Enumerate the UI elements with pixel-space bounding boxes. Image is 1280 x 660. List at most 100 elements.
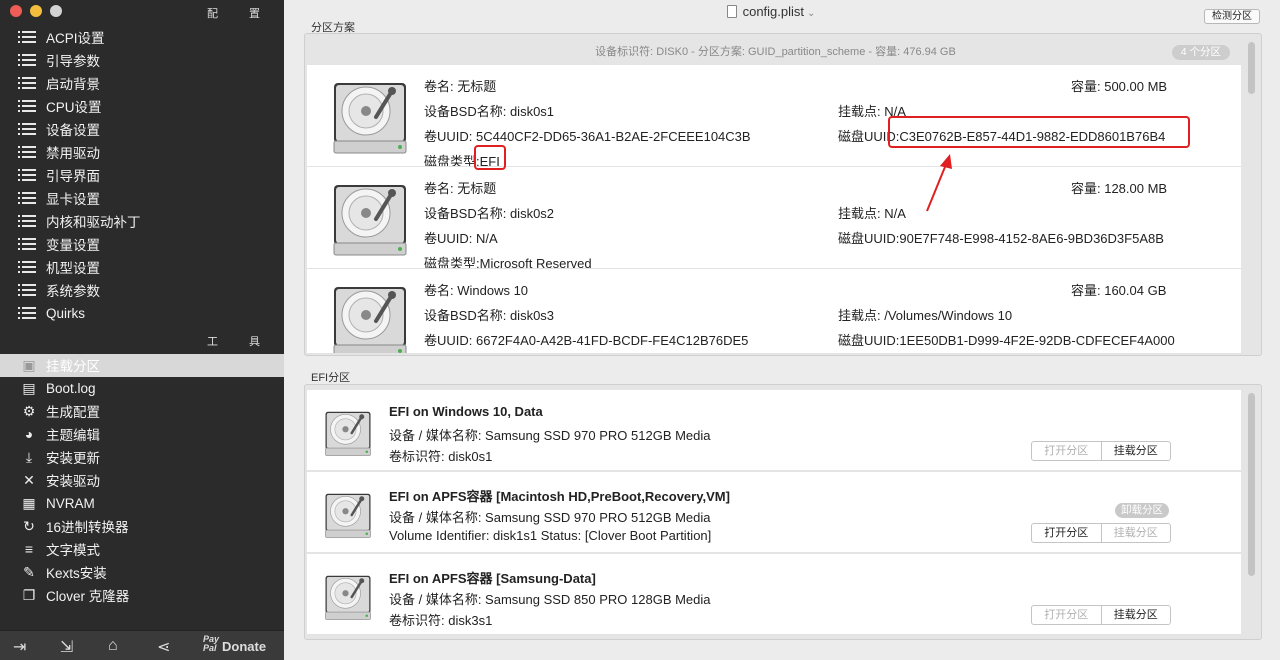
palette-icon: ◕	[24, 426, 34, 442]
minimize-window-button[interactable]	[30, 5, 42, 17]
sidebar-config-item[interactable]: 引导界面	[18, 164, 100, 186]
bsd-name: 设备BSD名称: disk0s3	[424, 308, 555, 323]
close-window-button[interactable]	[10, 5, 22, 17]
title-bar: config.plist ⌄	[284, 0, 1280, 22]
efi-title: EFI on Windows 10, Data	[389, 404, 543, 419]
sidebar-config-item[interactable]: Quirks	[18, 302, 86, 324]
partition-row[interactable]: 卷名: Windows 10 容量: 160.04 GB 设备BSD名称: disk…	[307, 269, 1241, 354]
donate-button[interactable]: Donate	[222, 639, 266, 654]
capacity: 容量: 128.00 MB	[1071, 181, 1168, 196]
list-icon	[18, 236, 38, 252]
sidebar-config-item[interactable]: 机型设置	[18, 256, 100, 278]
list-icon	[18, 167, 38, 183]
sidebar-item-label: 显卡设置	[46, 192, 100, 207]
sidebar-item-label: 引导参数	[46, 54, 100, 69]
home-icon[interactable]: ⌂	[108, 637, 118, 655]
efi-title: EFI on APFS容器 [Macintosh HD,PreBoot,Reco…	[389, 489, 730, 504]
efi-scrollbar[interactable]	[1248, 393, 1255, 576]
chevron-down-icon[interactable]: ⌄	[807, 8, 815, 19]
sidebar-tool-item[interactable]: ≡ 文字模式	[20, 538, 100, 560]
capacity: 容量: 160.04 GB	[1071, 283, 1167, 298]
open-partition-button[interactable]: 打开分区	[1032, 442, 1102, 460]
efi-partition-row[interactable]: EFI on APFS容器 [Samsung-Data] 设备 / 媒体名称: S…	[307, 554, 1241, 635]
sidebar: 配 置 ACPI设置引导参数启动背景 CPU设置 设备设置禁用驱动引导界面显卡设置内…	[0, 0, 284, 660]
disk-uuid-highlight	[888, 116, 1190, 148]
list-icon	[18, 75, 38, 91]
efi-partition-row[interactable]: EFI on APFS容器 [Macintosh HD,PreBoot,Reco…	[307, 472, 1241, 553]
efi-section-label: EFI分区	[311, 372, 351, 384]
sidebar-config-item[interactable]: 启动背景	[18, 72, 100, 94]
sidebar-tool-item[interactable]: ✎ Kexts安装	[20, 561, 107, 583]
volume-name: 卷名: 无标题	[424, 79, 497, 94]
puzzle-icon: ✎	[23, 563, 35, 580]
text-icon: ≡	[24, 541, 34, 557]
capacity: 容量: 500.00 MB	[1071, 79, 1168, 94]
sidebar-config-item[interactable]: 系统参数	[18, 279, 100, 301]
list-icon	[18, 121, 38, 137]
wrench-icon: ✕	[23, 471, 35, 488]
sidebar-bottom-bar: ⇥ ⇲ ⌂ ⋖ Pay Pal Donate	[0, 630, 284, 660]
hard-disk-icon	[330, 281, 410, 353]
hard-disk-icon	[330, 179, 410, 259]
sidebar-item-label: Clover 克隆器	[46, 589, 130, 604]
efi-partition-row[interactable]: EFI on Windows 10, Data 设备 / 媒体名称: Samsun…	[307, 390, 1241, 471]
sidebar-config-item[interactable]: ACPI设置	[18, 26, 105, 48]
copy-icon: ❐	[22, 586, 36, 603]
sidebar-item-label: 变量设置	[46, 238, 100, 253]
list-icon	[18, 29, 38, 45]
sidebar-config-item[interactable]: 内核和驱动补丁	[18, 210, 141, 232]
disk-type: 磁盘类型:Microsoft Reserved	[424, 253, 592, 268]
sidebar-item-label: 禁用驱动	[46, 146, 100, 161]
mount-partition-button[interactable]: 挂载分区	[1102, 606, 1171, 624]
sidebar-config-item[interactable]: 禁用驱动	[18, 141, 100, 163]
sidebar-tool-item[interactable]: ▦ NVRAM	[20, 492, 94, 514]
export-icon[interactable]: ⇲	[60, 637, 73, 657]
partition-action-buttons: 打开分区 挂载分区	[1031, 605, 1171, 625]
efi-type-highlight	[474, 145, 506, 170]
hard-disk-icon	[330, 77, 410, 157]
mount-partition-button[interactable]: 挂载分区	[1102, 524, 1171, 542]
open-partition-button[interactable]: 打开分区	[1032, 524, 1102, 542]
partition-scrollbar[interactable]	[1248, 42, 1255, 94]
sidebar-tool-item[interactable]: ◕ 主题编辑	[20, 423, 100, 445]
volume-name: 卷名: 无标题	[424, 181, 497, 196]
sidebar-tool-item[interactable]: ⤓ 安装更新	[20, 446, 100, 468]
sidebar-config-item[interactable]: 变量设置	[18, 233, 100, 255]
sidebar-tool-item[interactable]: ▤ Boot.log	[20, 377, 96, 399]
chip-icon: ▦	[22, 494, 36, 511]
volume-identifier: 卷标识符: disk3s1	[389, 613, 493, 628]
sidebar-tool-item[interactable]: ✕ 安装驱动	[20, 469, 100, 491]
mount-partition-button[interactable]: 挂载分区	[1102, 442, 1171, 460]
sidebar-item-label: Quirks	[46, 305, 86, 321]
log-icon: ▤	[22, 379, 36, 396]
volume-uuid: 卷UUID: N/A	[424, 231, 498, 246]
sidebar-config-item[interactable]: 显卡设置	[18, 187, 100, 209]
sidebar-item-label: 安装驱动	[46, 474, 100, 489]
disk-icon: ▣	[22, 356, 36, 373]
list-icon	[18, 190, 38, 206]
annotation-arrow	[926, 154, 952, 212]
sidebar-config-item[interactable]: 设备设置	[18, 118, 100, 140]
tools-section-label: 工 具	[206, 336, 274, 348]
disk-uuid: 磁盘UUID:1EE50DB1-D999-4F2E-92DB-CDFECEF4A…	[838, 333, 1175, 348]
bsd-name: 设备BSD名称: disk0s1	[424, 104, 555, 119]
config-section-label: 配 置	[206, 8, 274, 20]
sidebar-config-item[interactable]: CPU设置	[18, 95, 102, 117]
sidebar-tool-item[interactable]: ⚙ 生成配置	[20, 400, 100, 422]
sidebar-item-label: Boot.log	[46, 380, 96, 396]
sidebar-config-item[interactable]: 引导参数	[18, 49, 100, 71]
media-name: 设备 / 媒体名称: Samsung SSD 970 PRO 512GB Med…	[389, 510, 711, 525]
share-icon[interactable]: ⋖	[157, 637, 170, 657]
partition-row[interactable]: 卷名: 无标题 容量: 128.00 MB 设备BSD名称: disk0s2 挂载点:…	[307, 167, 1241, 269]
open-partition-button[interactable]: 打开分区	[1032, 606, 1102, 624]
zoom-window-button[interactable]	[50, 5, 62, 17]
sidebar-tool-item[interactable]: ▣ 挂载分区	[20, 354, 100, 376]
hard-disk-icon	[323, 490, 373, 540]
disk-uuid: 磁盘UUID:90E7F748-E998-4152-8AE6-9BD36D3F5…	[838, 231, 1164, 246]
sidebar-tool-item[interactable]: ↻ 16进制转换器	[20, 515, 128, 537]
sidebar-tool-item[interactable]: ❐ Clover 克隆器	[20, 584, 130, 606]
sidebar-item-label: 引导界面	[46, 169, 100, 184]
unmount-partition-button[interactable]: 卸载分区	[1115, 503, 1169, 518]
detect-partitions-button[interactable]: 检测分区	[1204, 9, 1260, 24]
import-icon[interactable]: ⇥	[13, 637, 26, 657]
